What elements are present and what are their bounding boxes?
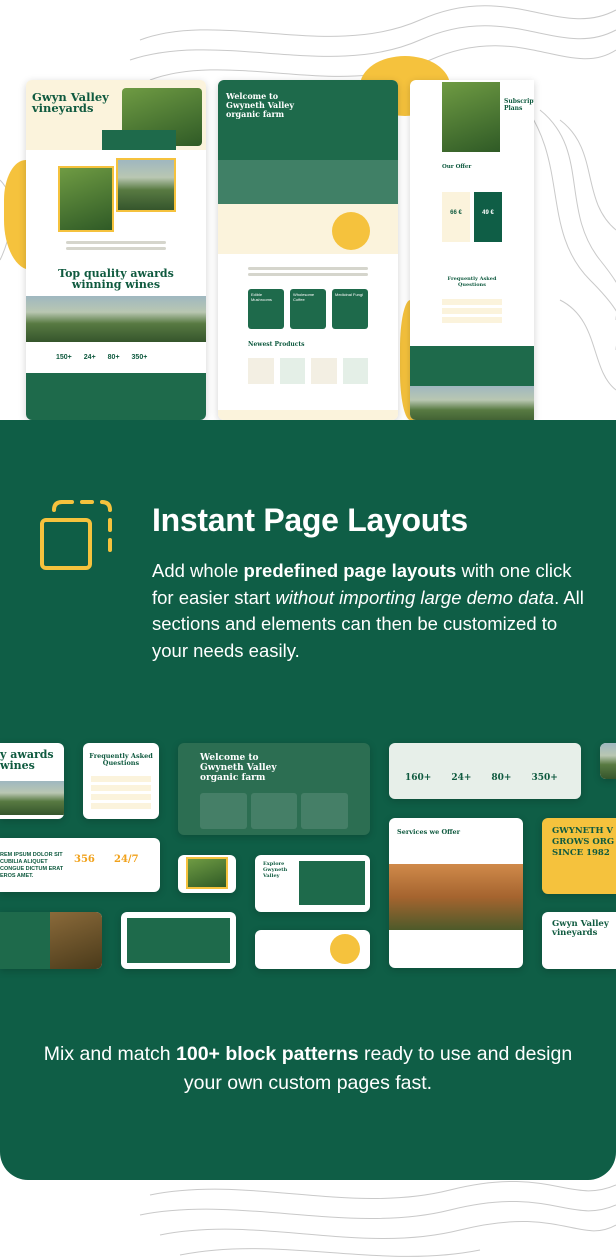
section-heading: Newest Products	[248, 341, 305, 348]
pattern-quote	[255, 930, 370, 969]
faq-heading: Frequently Asked Questions	[447, 276, 497, 288]
icons-band	[218, 410, 398, 420]
subscription-page-preview: Subscription Plans Our Offer 66 € 49 € F…	[410, 80, 534, 420]
footer-text-part: Mix and match	[43, 1043, 176, 1065]
footer-text: Mix and match 100+ block patterns ready …	[40, 1040, 576, 1098]
product-card	[279, 358, 305, 384]
pattern-explore: Explore Gwyneth Valley	[255, 855, 370, 912]
preview-title: Gwyn Valley vineyards	[32, 90, 109, 115]
pattern-heading: Explore Gwyneth Valley	[263, 861, 288, 879]
product-card	[248, 358, 274, 384]
footer-band	[26, 373, 206, 420]
stat: 150+	[56, 354, 72, 361]
vineyards-page-preview: Gwyn Valley vineyards Top quality awards…	[26, 80, 206, 420]
category-tile: Edible Mushrooms	[248, 289, 284, 329]
stat: 24+	[83, 354, 96, 361]
category-tile: Medicinal Fungi	[332, 289, 368, 329]
pattern-text: REM IPSUM DOLOR SIT CUBILIA ALIQUET CONG…	[0, 852, 64, 879]
pattern-gallery	[121, 912, 236, 969]
price-card: 49 €	[474, 192, 502, 242]
footer-bold-text: 100+ block patterns	[176, 1043, 359, 1065]
pattern-heading: Gwyn Valley vineyards	[552, 919, 609, 938]
topographic-background-bottom	[139, 1180, 616, 1257]
hills-photo	[389, 864, 523, 930]
pattern-heading: GWYNETH V GROWS ORG SINCE 1982	[552, 826, 615, 858]
feature-description: Add whole predefined page layouts with o…	[152, 558, 592, 664]
pattern-vineyards: Gwyn Valley vineyards	[542, 912, 616, 969]
pattern-stats: 160+ 24+ 80+ 350+	[389, 743, 581, 799]
desc-italic-text: without importing large demo data	[275, 586, 555, 608]
section-heading: Our Offer	[442, 164, 472, 170]
awards-heading: Top quality awards winning wines	[58, 267, 174, 291]
worker-photo	[58, 166, 114, 232]
farm-page-preview: Welcome to Gwyneth Valley organic farm E…	[218, 80, 398, 420]
pattern-image-frame	[178, 855, 236, 893]
hills-photo	[26, 296, 206, 342]
pattern-photo	[600, 743, 616, 779]
product-badge	[332, 212, 370, 250]
testimonial-band	[410, 346, 534, 386]
stat: 24/7	[114, 854, 139, 865]
preview-title: Welcome to Gwyneth Valley organic farm	[226, 91, 295, 119]
pattern-farm-hero: Welcome to Gwyneth Valley organic farm	[178, 743, 370, 835]
pattern-heading: Frequently Asked Questions	[89, 752, 153, 767]
product-card	[342, 358, 368, 384]
pattern-numbers: REM IPSUM DOLOR SIT CUBILIA ALIQUET CONG…	[0, 838, 160, 892]
stat: 80+	[491, 773, 512, 783]
hills-photo	[0, 781, 64, 815]
pattern-heading: y awards wines	[0, 748, 54, 772]
feature-title: Instant Page Layouts	[152, 502, 468, 538]
layout-dashed-square-icon	[40, 500, 112, 570]
stat: 356	[74, 854, 95, 865]
pattern-services: Services we Offer	[389, 818, 523, 968]
pattern-since: GWYNETH V GROWS ORG SINCE 1982	[542, 818, 616, 894]
product-card	[311, 358, 337, 384]
stat: 350+	[531, 773, 558, 783]
price-card: 66 €	[442, 192, 470, 242]
landscape-photo	[116, 158, 176, 212]
desc-text: Add whole	[152, 560, 244, 581]
hills-photo	[410, 386, 534, 420]
stat: 350+	[131, 354, 148, 361]
pattern-heading: Welcome to Gwyneth Valley organic farm	[200, 753, 277, 783]
stat: 160+	[405, 773, 432, 783]
desc-bold-text: predefined page layouts	[243, 560, 457, 581]
cows-photo	[442, 82, 500, 152]
feature-row	[218, 160, 398, 204]
pattern-faq: Frequently Asked Questions	[83, 743, 159, 819]
green-callout	[102, 130, 176, 150]
category-tile: Wholesome Coffee	[290, 289, 326, 329]
stat: 80+	[107, 354, 120, 361]
preview-title: Subscription Plans	[504, 98, 534, 112]
pattern-awards: y awards wines	[0, 743, 64, 819]
pattern-heading: Services we Offer	[397, 828, 461, 836]
stat: 24+	[451, 773, 472, 783]
pattern-tractor	[0, 912, 102, 969]
